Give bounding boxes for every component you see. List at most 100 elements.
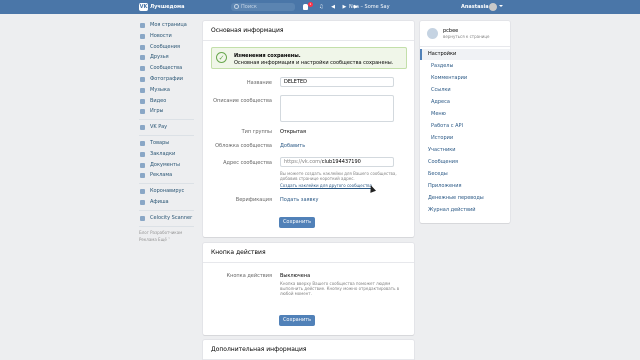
sidebar-item-label: Новости: [150, 32, 172, 39]
games-icon: [140, 109, 145, 115]
cover-add-link[interactable]: Добавить: [280, 143, 305, 149]
sidebar-item[interactable]: Документы: [139, 160, 199, 171]
description-label: Описание сообщества: [213, 98, 272, 104]
settings-menu-item[interactable]: Приложения: [420, 181, 510, 192]
current-track[interactable]: Nea – Some Say: [349, 4, 390, 10]
stickers-link[interactable]: Создать наклейки для другого сообщества: [280, 183, 372, 188]
community-link[interactable]: pcbee вернуться к странице: [420, 21, 510, 47]
left-menu: Моя страница Новости Сообщения Друзья Сообще…: [139, 20, 199, 243]
sidebar-item[interactable]: Афиша: [139, 197, 199, 208]
notice-title: Изменения сохранены.: [234, 53, 301, 59]
sidebar-item[interactable]: Моя страница: [139, 20, 199, 31]
site-title[interactable]: Лучшедома: [150, 4, 184, 10]
settings-menu-item[interactable]: Журнал действий: [420, 205, 510, 216]
sidebar-item[interactable]: Сообщества: [139, 63, 199, 74]
settings-menu-item[interactable]: Сообщения: [420, 157, 510, 168]
avatar[interactable]: [489, 3, 497, 11]
user-name[interactable]: Anastasia: [461, 4, 489, 10]
sidebar-item-label: Сообщения: [150, 43, 181, 50]
menu-divider: [139, 119, 194, 121]
extra-info-card: Дополнительная информация: [203, 340, 414, 360]
verification-link[interactable]: Подать заявку: [280, 197, 318, 203]
sidebar-item[interactable]: Фотографии: [139, 74, 199, 85]
settings-menu-item[interactable]: Разделы: [420, 61, 510, 72]
sidebar-item[interactable]: Реклама: [139, 170, 199, 181]
news-icon: [140, 33, 145, 39]
sidebar-item-label: Товары: [150, 139, 170, 146]
notice-text: Основная информация и настройки сообщест…: [234, 60, 394, 66]
vk-logo-icon[interactable]: VK: [139, 3, 148, 11]
settings-menu-item[interactable]: Адреса: [420, 97, 510, 108]
settings-menu-item[interactable]: Ссылки: [420, 85, 510, 96]
save-action-button[interactable]: Сохранить: [279, 315, 315, 326]
chevron-down-icon[interactable]: [499, 5, 503, 7]
sidebar-item-label: Сообщества: [150, 65, 183, 72]
sidebar-item[interactable]: Музыка: [139, 85, 199, 96]
documents-icon: [140, 162, 145, 168]
goods-icon: [140, 140, 145, 146]
sidebar-item[interactable]: Коронавирус: [139, 186, 199, 197]
afisha-icon: [140, 199, 145, 205]
settings-menu-item[interactable]: Комментарии: [420, 73, 510, 84]
menu-divider: [139, 209, 194, 211]
sidebar-item-label: Моя страница: [150, 22, 187, 28]
address-value: club194437190: [321, 159, 361, 165]
sidebar-item[interactable]: Сообщения: [139, 42, 199, 53]
back-link[interactable]: вернуться к странице: [443, 34, 490, 39]
settings-menu-item[interactable]: Участники: [420, 145, 510, 156]
search-placeholder: Поиск: [241, 4, 257, 10]
sidebar-item[interactable]: Celocity Scanner: [139, 213, 199, 224]
sidebar-item[interactable]: Друзья: [139, 52, 199, 63]
settings-menu: pcbee вернуться к странице Настройки Разд…: [420, 21, 510, 223]
sidebar-item[interactable]: VK Pay: [139, 122, 199, 133]
sidebar-item[interactable]: Закладки: [139, 149, 199, 160]
section-title: Основная информация: [203, 21, 414, 41]
search-input[interactable]: Поиск: [231, 3, 295, 11]
settings-menu-item[interactable]: Работа с API: [420, 121, 510, 132]
home-icon: [140, 23, 145, 28]
sidebar-item-label: Закладки: [150, 150, 176, 157]
action-value[interactable]: Выключена: [280, 273, 310, 279]
ads-icon: [140, 173, 145, 179]
notification-badge: 1: [308, 2, 313, 7]
settings-menu-item[interactable]: Меню: [420, 109, 510, 120]
address-label: Адрес сообщества: [223, 160, 272, 166]
footer-links-2[interactable]: Реклама Ещё ˅: [139, 236, 199, 243]
sidebar-item[interactable]: Видео: [139, 96, 199, 107]
sidebar-item-label: Celocity Scanner: [150, 214, 193, 221]
bookmarks-icon: [140, 151, 145, 157]
video-icon: [140, 98, 145, 104]
friends-icon: [140, 55, 145, 61]
name-label: Название: [246, 80, 272, 86]
settings-menu-item[interactable]: Настройки: [420, 49, 510, 60]
action-hint-3: любой момент.: [280, 291, 312, 296]
settings-menu-item[interactable]: Истории: [420, 133, 510, 144]
settings-menu-item[interactable]: Беседы: [420, 169, 510, 180]
sidebar-item[interactable]: Игры: [139, 106, 199, 117]
group-type-label: Тип группы: [241, 129, 272, 135]
menu-divider: [139, 225, 194, 227]
group-type-value[interactable]: Открытая: [280, 129, 306, 135]
scanner-icon: [140, 215, 145, 221]
description-field[interactable]: [280, 95, 394, 122]
settings-menu-item[interactable]: Денежные переводы: [420, 193, 510, 204]
action-label: Кнопка действия: [226, 273, 272, 279]
sidebar-item[interactable]: Новости: [139, 31, 199, 42]
messages-icon: [140, 44, 145, 50]
address-field[interactable]: https://vk.com/club194437190: [280, 157, 394, 167]
name-field[interactable]: DELETED: [280, 77, 394, 87]
communities-icon: [140, 66, 145, 72]
sidebar-item[interactable]: Товары: [139, 138, 199, 149]
sidebar-item-label: Реклама: [150, 172, 173, 179]
community-avatar: [427, 28, 438, 39]
sidebar-item-label: Документы: [150, 161, 180, 168]
menu-divider: [139, 183, 194, 185]
sidebar-item-label: Коронавирус: [150, 188, 185, 195]
section-title[interactable]: Дополнительная информация: [203, 340, 414, 360]
sidebar-item-label: Видео: [150, 97, 167, 104]
sidebar-item-label: Музыка: [150, 86, 170, 93]
sidebar-item-label: Фотографии: [150, 75, 183, 82]
save-button[interactable]: Сохранить: [279, 217, 315, 228]
footer-links[interactable]: Блог Разработчикам: [139, 229, 199, 236]
sidebar-item-label: Афиша: [150, 198, 169, 205]
